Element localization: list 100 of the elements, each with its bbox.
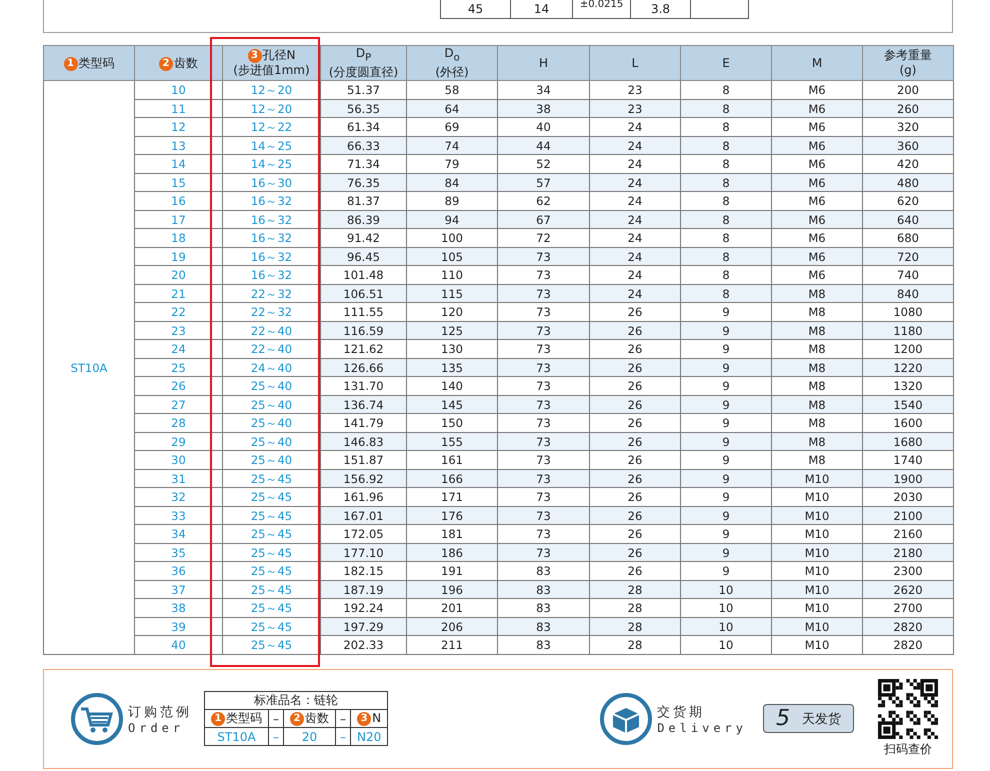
table-cell: 9 (680, 450, 772, 470)
table-cell: 192.24 (320, 598, 406, 618)
table-cell: 720 (862, 247, 954, 266)
table-cell: 25～45 (222, 543, 320, 562)
table-cell: M8 (772, 450, 862, 470)
table-cell: M6 (772, 99, 862, 118)
table-cell: 26 (590, 432, 680, 451)
table-cell: 25～40 (222, 395, 320, 414)
table-cell: 8 (680, 266, 772, 284)
table-cell: 56.35 (320, 99, 406, 118)
table-cell: 16～32 (222, 266, 320, 284)
order-subtitle: Order (128, 720, 186, 735)
table-cell: 11 (134, 99, 222, 118)
table-cell: 150 (406, 414, 498, 432)
table-cell: M6 (772, 173, 862, 192)
table-cell: M10 (772, 562, 862, 580)
table-cell: M8 (772, 376, 862, 396)
table-cell: 73 (498, 395, 590, 414)
table-cell: – (336, 728, 350, 746)
table-cell: 25～40 (222, 450, 320, 470)
table-cell: 73 (498, 432, 590, 451)
table-cell: 83 (498, 562, 590, 580)
table-cell: 30 (134, 450, 222, 470)
table-cell: 1200 (862, 340, 954, 358)
table-cell: 25 (134, 358, 222, 377)
table-cell: M10 (772, 598, 862, 618)
table-cell: 16～32 (222, 192, 320, 210)
table-cell: 9 (680, 395, 772, 414)
table-cell: 58 (406, 80, 498, 100)
table-cell: 26 (590, 414, 680, 432)
table-cell: 186 (406, 543, 498, 562)
table-cell: M8 (772, 302, 862, 322)
table-cell: 26 (590, 562, 680, 580)
table-cell: M10 (772, 617, 862, 636)
table-cell: 101.48 (320, 266, 406, 284)
table-cell: 320 (862, 118, 954, 136)
table-cell: 25～45 (222, 617, 320, 636)
table-cell: 680 (862, 228, 954, 248)
table-cell: 22 (134, 302, 222, 322)
table-cell: 25～40 (222, 432, 320, 451)
table-cell: 16～32 (222, 228, 320, 248)
table-cell: 1540 (862, 395, 954, 414)
table-cell: 206 (406, 617, 498, 636)
table-cell: 24 (590, 136, 680, 155)
table-cell: 74 (406, 136, 498, 155)
table-cell: 26 (590, 488, 680, 506)
table-cell: 24 (590, 118, 680, 136)
table-cell: 1600 (862, 414, 954, 432)
table-cell: M10 (772, 506, 862, 525)
table-cell: 81.37 (320, 192, 406, 210)
table-cell: 21 (134, 284, 222, 303)
package-box-icon (599, 692, 654, 746)
table-cell: 126.66 (320, 358, 406, 377)
table-cell: 2820 (862, 636, 954, 654)
shopping-cart-icon (70, 692, 124, 746)
table-cell: 141.79 (320, 414, 406, 432)
table-cell: 20 (284, 728, 336, 746)
table-cell: 2180 (862, 543, 954, 562)
table-cell: 1180 (862, 321, 954, 340)
order-title: 订购范例 (128, 704, 192, 721)
table-cell: 28 (134, 414, 222, 432)
table-cell: M6 (772, 266, 862, 284)
table-cell: 121.62 (320, 340, 406, 358)
table-cell: 24 (590, 154, 680, 174)
table-cell: 73 (498, 376, 590, 396)
table-cell: M6 (772, 136, 862, 155)
table-cell: 620 (862, 192, 954, 210)
table-cell: 9 (680, 469, 772, 488)
table-cell: 73 (498, 358, 590, 377)
days-number: 5 (776, 706, 790, 732)
table-cell: M10 (772, 543, 862, 562)
column-header: 3 孔径N (步进值1mm) (222, 46, 320, 81)
table-cell: 45 (441, 0, 511, 18)
table-cell: 202.33 (320, 636, 406, 654)
table-cell: 2160 (862, 524, 954, 544)
table-cell: 12～20 (222, 80, 320, 100)
qr-code-icon (878, 679, 938, 740)
table-cell: 16～32 (222, 247, 320, 266)
table-cell: 140 (406, 376, 498, 396)
table-cell: 9 (680, 302, 772, 322)
column-header: 参考重量 (g) (862, 46, 954, 81)
table-cell: 115 (406, 284, 498, 303)
table-cell: 26 (590, 395, 680, 414)
table-cell: 200 (862, 80, 954, 100)
table-cell: 2820 (862, 617, 954, 636)
table-cell: M8 (772, 321, 862, 340)
table-cell: 52 (498, 154, 590, 174)
table-cell: 12～22 (222, 118, 320, 136)
table-cell: 110 (406, 266, 498, 284)
table-cell: 1680 (862, 432, 954, 451)
table-cell: 26 (590, 302, 680, 322)
table-cell: 73 (498, 524, 590, 544)
table-cell: 67 (498, 210, 590, 229)
table-cell: 24 (590, 284, 680, 303)
table-cell: 31 (134, 469, 222, 488)
table-cell: 105 (406, 247, 498, 266)
table-cell: 27 (134, 395, 222, 414)
table-cell: 44 (498, 136, 590, 155)
table-cell: 34 (134, 524, 222, 544)
table-cell: 91.42 (320, 228, 406, 248)
